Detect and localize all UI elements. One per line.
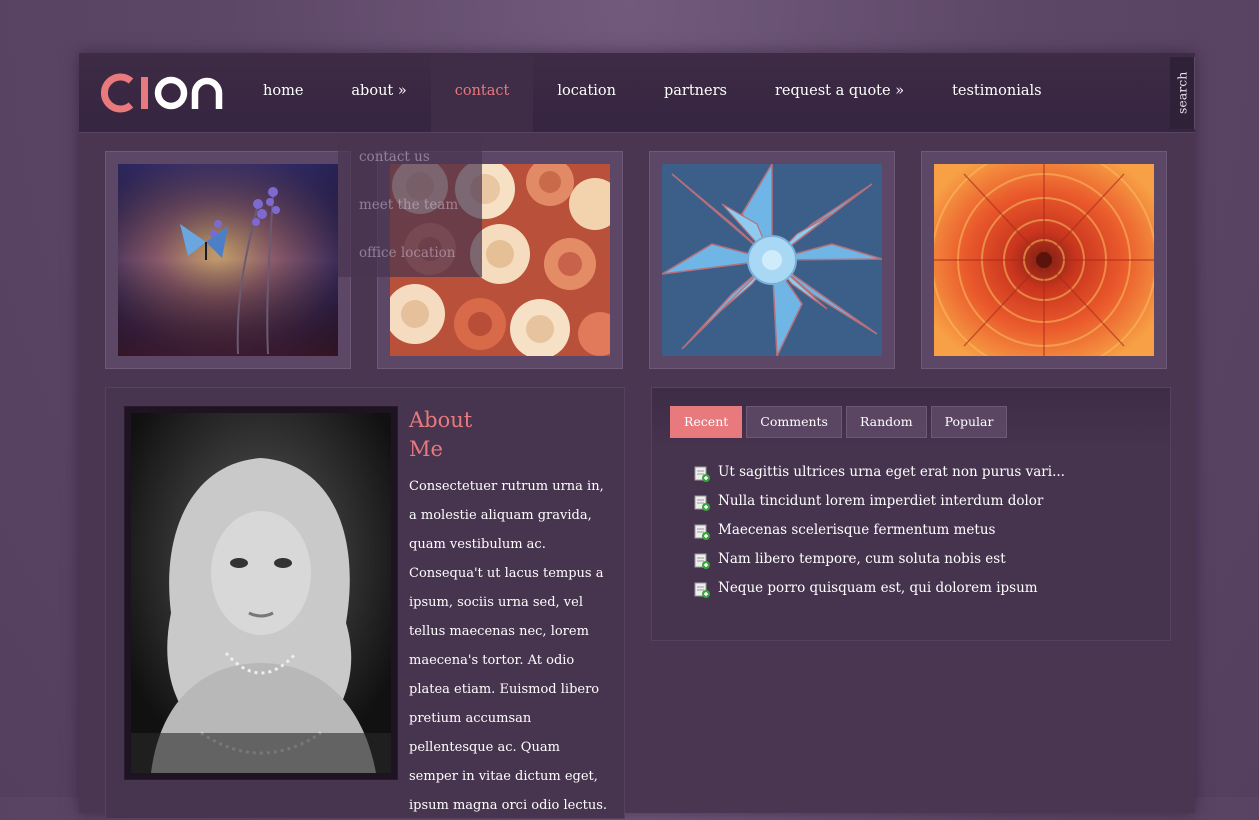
search-tab[interactable]: search [1170,57,1195,129]
document-add-icon [694,553,710,569]
tab-popular[interactable]: Popular [930,406,1008,438]
tab-comments[interactable]: Comments [746,406,842,438]
list-item[interactable]: Nam libero tempore, cum soluta nobis est [694,551,1065,580]
portrait-image [131,413,391,773]
page-container: home about » contact location partners r… [79,53,1195,819]
about-heading: About Me [409,406,489,464]
butterfly-image [118,164,338,356]
list-item[interactable]: Nulla tincidunt lorem imperdiet interdum… [694,493,1065,522]
posts-tabs: Recent Comments Random Popular [670,406,1008,438]
tab-recent[interactable]: Recent [670,406,743,438]
post-title: Maecenas scelerisque fermentum metus [718,522,996,538]
about-title-line2: Me [409,437,443,461]
nav-about[interactable]: about » [327,53,430,132]
list-item[interactable]: Ut sagittis ultrices urna eget erat non … [694,464,1065,493]
document-add-icon [694,524,710,540]
nav-home[interactable]: home [239,53,327,132]
nav-partners[interactable]: partners [640,53,751,132]
document-add-icon [694,582,710,598]
about-panel: About Me Consectetuer rutrum urna in, a … [105,387,625,819]
recent-posts-list: Ut sagittis ultrices urna eget erat non … [694,464,1065,609]
list-item[interactable]: Neque porro quisquam est, qui dolorem ip… [694,580,1065,609]
posts-widget: Recent Comments Random Popular Ut sagitt… [651,387,1171,641]
post-title: Nam libero tempore, cum soluta nobis est [718,551,1006,567]
post-title: Nulla tincidunt lorem imperdiet interdum… [718,493,1044,509]
dropdown-item-office-location[interactable]: office location [338,229,482,277]
gallery-thumb-3[interactable] [649,151,895,369]
about-body-text: Consectetuer rutrum urna in, a molestie … [409,479,608,813]
site-header: home about » contact location partners r… [79,53,1195,133]
list-item[interactable]: Maecenas scelerisque fermentum metus [694,522,1065,551]
succulent-image [662,164,882,356]
nav-request-quote[interactable]: request a quote » [751,53,928,132]
nav-location[interactable]: location [533,53,640,132]
document-add-icon [694,466,710,482]
gallery-thumb-4[interactable] [921,151,1167,369]
tab-random[interactable]: Random [845,406,927,438]
dahlia-image [934,164,1154,356]
dropdown-item-meet-team[interactable]: meet the team [338,181,482,229]
dropdown-item-contact-us[interactable]: contact us [338,133,482,181]
about-title-line1: About [409,408,473,432]
contact-dropdown: contact us meet the team office location [338,133,482,277]
post-title: Neque porro quisquam est, qui dolorem ip… [718,580,1038,596]
main-nav: home about » contact location partners r… [239,53,1066,132]
document-add-icon [694,495,710,511]
portrait-frame [124,406,398,780]
post-title: Ut sagittis ultrices urna eget erat non … [718,464,1065,480]
gallery-thumb-1[interactable] [105,151,351,369]
cion-logo[interactable] [101,73,231,113]
nav-contact[interactable]: contact [430,53,534,132]
nav-testimonials[interactable]: testimonials [928,53,1066,132]
